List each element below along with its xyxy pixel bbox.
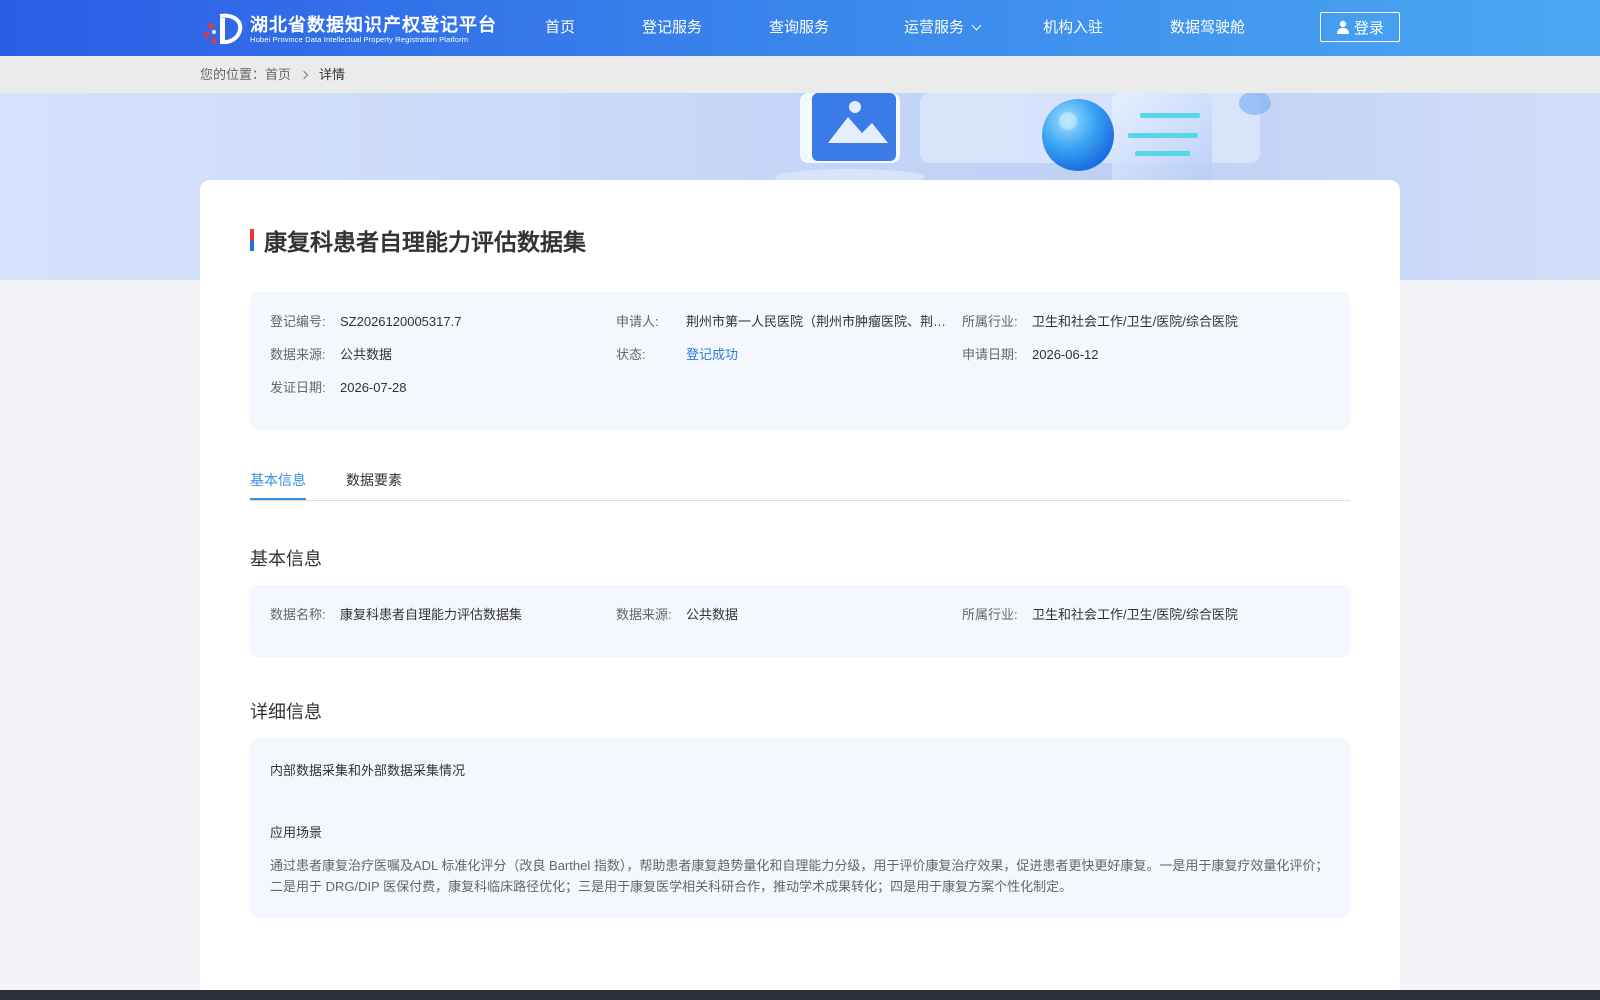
field-registration-number: 登记编号: SZ2026120005317.7	[270, 314, 462, 329]
page-title: 康复科患者自理能力评估数据集	[264, 229, 586, 255]
detail-info-panel: 内部数据采集和外部数据采集情况 应用场景 通过患者康复治疗医嘱及ADL 标准化评…	[250, 738, 1350, 918]
nav-query-service[interactable]: 查询服务	[769, 0, 829, 56]
field-status: 状态: 登记成功	[616, 347, 739, 362]
field-data-source: 数据来源: 公共数据	[270, 347, 393, 362]
field-issue-date: 发证日期: 2026-07-28	[270, 380, 407, 395]
top-header: 湖北省数据知识产权登记平台 Hubei Province Data Intell…	[0, 0, 1600, 56]
collection-label: 内部数据采集和外部数据采集情况	[270, 763, 466, 778]
field-industry: 所属行业: 卫生和社会工作/卫生/医院/综合医院	[962, 314, 1238, 329]
field-applicant: 申请人: 荆州市第一人民医院（荆州市肿瘤医院、荆州市第一人民医院医疗集团）	[616, 314, 954, 329]
section-title-basic: 基本信息	[250, 549, 322, 569]
user-icon	[1336, 20, 1349, 34]
detail-card: 康复科患者自理能力评估数据集 登记编号: SZ2026120005317.7 申…	[200, 180, 1400, 1000]
breadcrumb-home-link[interactable]: 首页	[265, 56, 291, 93]
breadcrumb: 您的位置： 首页 详情	[200, 56, 345, 93]
field-basic-industry: 所属行业: 卫生和社会工作/卫生/医院/综合医院	[962, 607, 1238, 622]
status-badge: 登记成功	[686, 347, 739, 362]
logo-subtitle: Hubei Province Data Intellectual Propert…	[250, 35, 469, 44]
title-accent-bar	[250, 229, 254, 251]
breadcrumb-current: 详情	[319, 67, 346, 82]
tab-data-elements[interactable]: 数据要素	[346, 470, 402, 490]
breadcrumb-bar: 您的位置： 首页 详情	[0, 56, 1600, 93]
tab-basic-info[interactable]: 基本信息	[250, 470, 306, 490]
active-tab-indicator	[250, 498, 306, 500]
basic-info-panel: 数据名称: 康复科患者自理能力评估数据集 数据来源: 公共数据 所属行业: 卫生…	[250, 585, 1350, 657]
scenario-text: 通过患者康复治疗医嘱及ADL 标准化评分（改良 Barthel 指数），帮助患者…	[270, 858, 1329, 894]
chevron-down-icon	[971, 20, 982, 31]
nav-data-cockpit[interactable]: 数据驾驶舱	[1170, 0, 1245, 56]
breadcrumb-prefix: 您的位置：	[200, 67, 266, 82]
nav-institution-entry[interactable]: 机构入驻	[1043, 0, 1103, 56]
nav-home[interactable]: 首页	[545, 0, 575, 56]
summary-panel: 登记编号: SZ2026120005317.7 申请人: 荆州市第一人民医院（荆…	[250, 292, 1350, 430]
login-button[interactable]: 登录	[1320, 12, 1400, 42]
logo-title: 湖北省数据知识产权登记平台	[250, 15, 497, 35]
chevron-right-icon	[299, 70, 309, 79]
field-application-date: 申请日期: 2026-06-12	[962, 347, 1099, 362]
logo-emblem-icon	[200, 12, 246, 48]
tab-bar: 基本信息 数据要素	[250, 470, 1350, 501]
footer-strip	[0, 990, 1600, 1000]
nav-registration-service[interactable]: 登记服务	[642, 0, 702, 56]
scenario-label: 应用场景	[270, 825, 323, 840]
field-data-name: 数据名称: 康复科患者自理能力评估数据集	[270, 607, 523, 622]
title-row: 康复科患者自理能力评估数据集	[250, 223, 586, 257]
field-basic-data-source: 数据来源: 公共数据	[616, 607, 739, 622]
login-label: 登录	[1353, 19, 1384, 37]
nav-operation-service[interactable]: 运营服务	[904, 0, 982, 56]
platform-logo[interactable]: 湖北省数据知识产权登记平台 Hubei Province Data Intell…	[200, 12, 500, 48]
section-title-detail: 详细信息	[250, 702, 322, 722]
